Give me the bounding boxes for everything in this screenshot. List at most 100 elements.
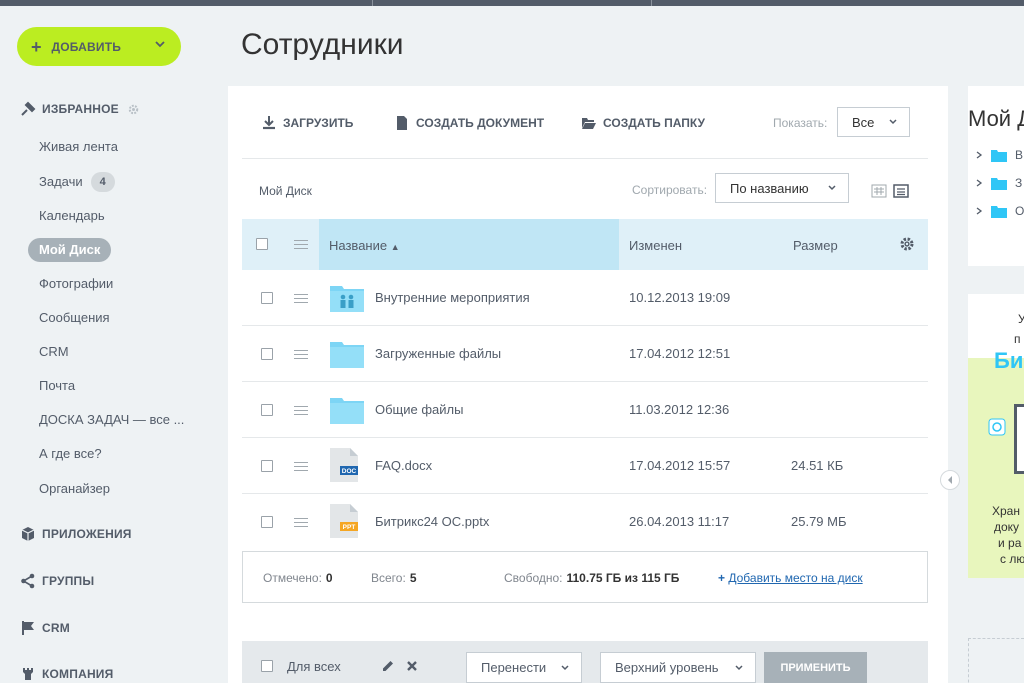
file-name[interactable]: FAQ.docx — [375, 458, 432, 473]
sort-value: По названию — [730, 180, 809, 196]
sidebar-item-label: Фотографии — [39, 276, 114, 291]
sidebar-item-where-is-everyone[interactable]: А где все? — [39, 444, 102, 464]
total-label: Всего: — [371, 571, 406, 585]
breadcrumb[interactable]: Мой Диск — [259, 184, 312, 198]
chevron-down-icon — [828, 185, 836, 191]
sidebar-item-feed[interactable]: Живая лента — [39, 137, 118, 157]
sidebar-section-groups[interactable]: ГРУППЫ — [20, 571, 94, 591]
free-value: 110.75 ГБ из 115 ГБ — [566, 571, 680, 585]
sidebar-item-label: CRM — [39, 344, 69, 359]
folder-icon — [330, 398, 364, 424]
sidebar-item-label: Мой Диск — [39, 242, 101, 257]
promo-text: и ра — [998, 536, 1022, 550]
row-menu-icon[interactable] — [294, 294, 308, 304]
row-menu-icon[interactable] — [294, 406, 308, 416]
summary-bar: Отмечено: 0 Всего: 5 Свободно: 110.75 ГБ из… — [242, 551, 928, 603]
file-modified: 10.12.2013 19:09 — [629, 290, 731, 305]
apply-button[interactable]: ПРИМЕНИТЬ — [764, 652, 867, 683]
upload-button[interactable]: ЗАГРУЗИТЬ — [261, 114, 353, 132]
promo-banner[interactable]: У п Би Хран доку и ра с лю — [968, 294, 1024, 578]
table-row[interactable]: DOC FAQ.docx 17.04.2012 15:57 24.51 КБ — [242, 438, 928, 494]
column-header-size[interactable]: Размер — [793, 238, 838, 253]
move-label: Перенести — [481, 660, 547, 675]
gear-icon[interactable] — [127, 103, 140, 116]
table-row[interactable]: PPT Битрикс24 ОС.pptx 26.04.2013 11:17 2… — [242, 494, 928, 550]
file-modified: 17.04.2012 15:57 — [629, 458, 731, 473]
tree-item[interactable]: В — [975, 148, 1023, 162]
column-header-name[interactable]: Название ▲ — [329, 238, 400, 253]
chevron-down-icon — [561, 665, 569, 671]
row-checkbox[interactable] — [261, 516, 273, 528]
chevron-down-icon — [735, 665, 743, 671]
column-header-modified[interactable]: Изменен — [629, 238, 682, 253]
move-select[interactable]: Перенести — [466, 652, 582, 683]
sidebar-item-photos[interactable]: Фотографии — [39, 274, 113, 294]
row-menu-icon[interactable] — [294, 350, 308, 360]
add-disk-space-link[interactable]: + Добавить место на диск — [718, 571, 863, 585]
sidebar-item-my-drive[interactable]: Мой Диск — [28, 238, 112, 262]
sidebar-item-label: Сообщения — [39, 310, 110, 325]
delete-icon[interactable] — [406, 660, 418, 672]
for-all-checkbox[interactable] — [261, 660, 273, 672]
sidebar-item-label: Органайзер — [39, 481, 110, 496]
show-filter-select[interactable]: Все — [837, 107, 910, 137]
promo-text: доку — [994, 520, 1020, 534]
sidebar-section-label: ИЗБРАННОЕ — [42, 102, 119, 116]
doc-file-icon: DOC — [330, 448, 358, 482]
file-name[interactable]: Загруженные файлы — [375, 346, 501, 361]
main-panel: ЗАГРУЗИТЬ СОЗДАТЬ ДОКУМЕНТ СОЗДАТЬ ПАПКУ… — [228, 86, 948, 683]
sort-select[interactable]: По названию — [715, 173, 849, 203]
row-menu-icon[interactable] — [294, 462, 308, 472]
total-count: Всего: 5 — [371, 571, 417, 585]
row-checkbox[interactable] — [261, 460, 273, 472]
tree-item[interactable]: О — [975, 204, 1024, 218]
folder-icon — [330, 342, 364, 368]
table-row[interactable]: Внутренние мероприятия 10.12.2013 19:09 — [242, 270, 928, 326]
sidebar-item-organizer[interactable]: Органайзер — [39, 479, 110, 499]
file-name[interactable]: Битрикс24 ОС.pptx — [375, 514, 489, 529]
tree-item[interactable]: З — [975, 176, 1022, 190]
row-checkbox[interactable] — [261, 292, 273, 304]
add-button-label: ДОБАВИТЬ — [51, 39, 122, 54]
selected-value: 0 — [325, 571, 333, 585]
drop-zone[interactable] — [968, 638, 1024, 683]
sidebar-item-mail[interactable]: Почта — [39, 376, 75, 396]
menu-icon[interactable] — [294, 240, 308, 250]
create-document-button[interactable]: СОЗДАТЬ ДОКУМЕНТ — [394, 114, 544, 132]
row-menu-icon[interactable] — [294, 518, 308, 528]
sidebar-item-label: Календарь — [39, 208, 105, 223]
sidebar-item-messages[interactable]: Сообщения — [39, 308, 110, 328]
file-name[interactable]: Общие файлы — [375, 402, 463, 417]
target-level-select[interactable]: Верхний уровень — [600, 652, 756, 683]
table-row[interactable]: Общие файлы 11.03.2012 12:36 — [242, 382, 928, 438]
sidebar-item-task-board[interactable]: ДОСКА ЗАДАЧ — все ... — [39, 410, 184, 430]
sidebar-section-apps[interactable]: ПРИЛОЖЕНИЯ — [20, 524, 132, 544]
show-label: Показать: — [773, 116, 828, 130]
sidebar-item-calendar[interactable]: Календарь — [39, 206, 105, 226]
sidebar-item-tasks[interactable]: Задачи 4 — [39, 172, 115, 192]
ppt-file-icon: PPT — [330, 504, 358, 538]
create-document-label: СОЗДАТЬ ДОКУМЕНТ — [416, 116, 545, 130]
sidebar-section-company[interactable]: КОМПАНИЯ — [20, 664, 113, 683]
for-all-label: Для всех — [287, 659, 341, 674]
file-modified: 26.04.2013 11:17 — [629, 514, 730, 529]
list-view-icon[interactable] — [893, 184, 909, 198]
row-checkbox[interactable] — [261, 404, 273, 416]
promo-text: Хран — [992, 504, 1020, 518]
sidebar-section-favorites[interactable]: ИЗБРАННОЕ — [20, 99, 140, 119]
row-checkbox[interactable] — [261, 348, 273, 360]
total-value: 5 — [409, 571, 417, 585]
share-icon — [21, 573, 35, 589]
file-name[interactable]: Внутренние мероприятия — [375, 290, 530, 305]
table-row[interactable]: Загруженные файлы 17.04.2012 12:51 — [242, 326, 928, 382]
add-button[interactable]: + ДОБАВИТЬ — [17, 27, 181, 66]
pencil-icon[interactable] — [381, 659, 395, 673]
sidebar-item-crm[interactable]: CRM — [39, 342, 69, 362]
plus-icon: + — [718, 571, 726, 585]
grid-view-icon[interactable] — [871, 184, 887, 198]
select-all-checkbox[interactable] — [256, 238, 268, 250]
gear-icon[interactable] — [899, 236, 915, 252]
create-folder-button[interactable]: СОЗДАТЬ ПАПКУ — [581, 114, 705, 132]
sidebar-section-crm[interactable]: CRM — [20, 618, 70, 638]
tree-item-label: З — [1015, 176, 1023, 190]
